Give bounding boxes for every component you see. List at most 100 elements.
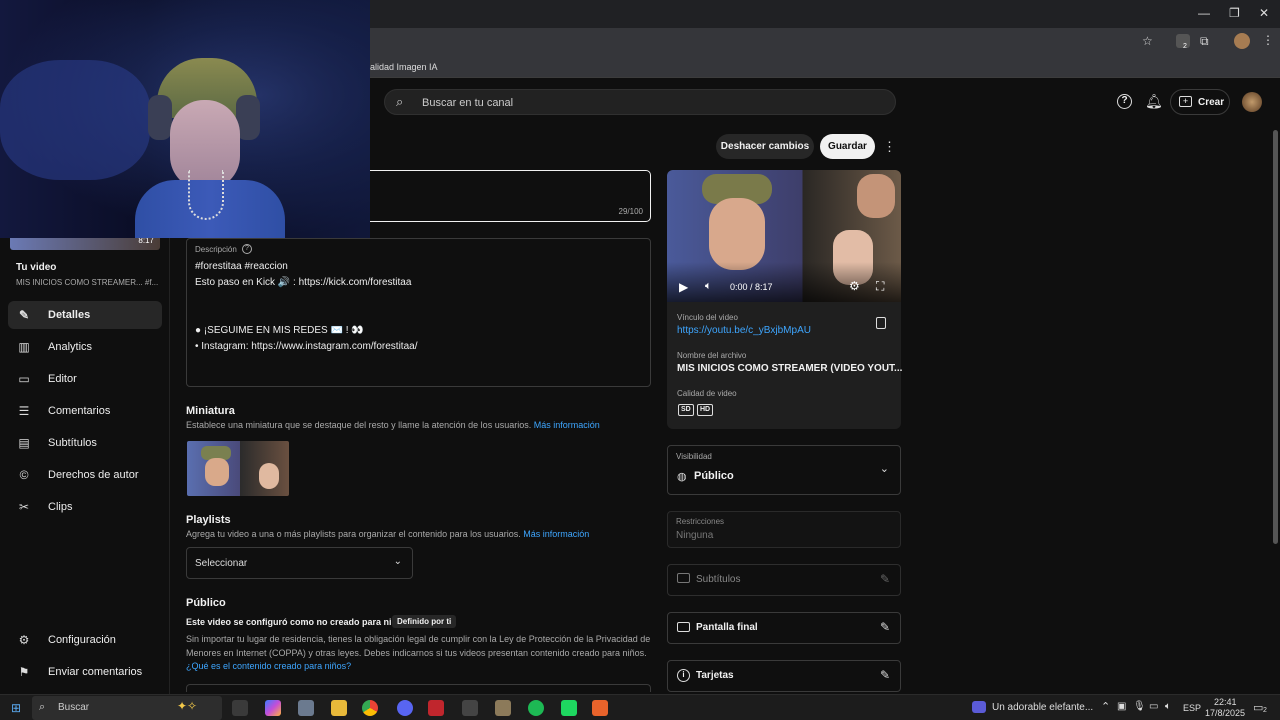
app-icon[interactable] [495, 700, 511, 716]
description-line: #forestitaa #reaccion [195, 261, 288, 272]
webcam-chain [188, 170, 224, 220]
avatar[interactable] [1242, 92, 1262, 112]
playlists-hint-text: Agrega tu video a una o más playlists pa… [186, 529, 521, 539]
restore-icon[interactable]: ❐ [1229, 6, 1240, 20]
title-field[interactable]: 29/100 [360, 170, 651, 222]
chrome-icon[interactable] [362, 700, 378, 716]
save-button[interactable]: Guardar [820, 134, 875, 159]
gear-icon[interactable]: ⚙ [849, 279, 860, 293]
undo-changes-button[interactable]: Deshacer cambios [716, 134, 814, 159]
search-input[interactable]: Buscar en tu canal [422, 97, 513, 109]
restrictions-label: Restricciones [676, 517, 725, 526]
description-text[interactable]: #forestitaa #reaccion Esto paso en Kick … [195, 259, 417, 355]
webcam-overlay [0, 0, 370, 238]
file-name: MIS INICIOS COMO STREAMER (VIDEO YOUT... [677, 363, 903, 374]
help-icon[interactable]: ? [1117, 94, 1132, 109]
clock-time[interactable]: 22:41 [1214, 697, 1237, 707]
cards-card[interactable]: i Tarjetas ✎ [667, 660, 901, 692]
subtitles-icon [677, 573, 690, 583]
volume-icon[interactable]: 🔈︎ [1165, 701, 1171, 712]
pencil-icon[interactable]: ✎ [880, 668, 890, 682]
feedback-icon: ⚑ [18, 665, 30, 679]
app-icon[interactable] [561, 700, 577, 716]
copilot-icon[interactable] [265, 700, 281, 716]
end-screen-card[interactable]: Pantalla final ✎ [667, 612, 901, 644]
windows-start-icon[interactable]: ⊞ [11, 701, 21, 715]
quality-sd-badge: SD [678, 404, 694, 416]
close-icon[interactable]: ✕ [1259, 6, 1269, 20]
channel-search-bar[interactable]: ⌕ Buscar en tu canal [384, 89, 896, 115]
quality-label: Calidad de video [677, 389, 737, 398]
thumbnail-more-info-link[interactable]: Más información [534, 420, 600, 430]
fullscreen-icon[interactable]: ⛶ [876, 279, 884, 294]
language-indicator[interactable]: ESP [1183, 703, 1201, 713]
notification-icon[interactable]: ▭ [1253, 701, 1263, 714]
bookmark-star-icon[interactable]: ☆ [1142, 34, 1153, 48]
sidebar-item-label: Editor [48, 373, 77, 385]
globe-icon: ◍ [677, 471, 687, 483]
microphone-icon[interactable]: 🎙︎ [1133, 701, 1146, 712]
sidebar-item-comments[interactable]: ☰ Comentarios [8, 397, 162, 425]
discord-icon[interactable] [397, 700, 413, 716]
subtitles-icon: ▤ [18, 436, 30, 450]
title-char-counter: 29/100 [618, 207, 643, 216]
browser-menu-icon[interactable]: ⋮ [1262, 33, 1274, 47]
clock-date[interactable]: 17/8/2025 [1205, 708, 1245, 718]
sidebar: 8:17 Tu video MIS INICIOS COMO STREAMER.… [0, 236, 170, 694]
copy-icon[interactable] [876, 317, 886, 329]
sidebar-item-feedback[interactable]: ⚑ Enviar comentarios [8, 658, 162, 686]
news-icon [972, 701, 986, 713]
sidebar-item-editor[interactable]: ▭ Editor [8, 365, 162, 393]
restrictions-value: Ninguna [676, 530, 714, 541]
playlists-title: Playlists [186, 514, 231, 526]
playlists-more-info-link[interactable]: Más información [523, 529, 589, 539]
news-ticker[interactable]: Un adorable elefante... [992, 702, 1093, 713]
status-badge: Definido por ti [392, 615, 457, 628]
more-options-icon[interactable]: ⋮ [883, 139, 896, 155]
video-link[interactable]: https://youtu.be/c_yBxjbMpAU [677, 325, 811, 336]
chevron-up-icon[interactable]: ⌃ [1101, 700, 1110, 713]
pencil-icon[interactable]: ✎ [880, 572, 890, 586]
app-icon[interactable] [298, 700, 314, 716]
taskbar-search-input[interactable]: Buscar [58, 702, 89, 713]
sidebar-item-analytics[interactable]: ▥ Analytics [8, 333, 162, 361]
scrollbar-thumb[interactable] [1273, 130, 1278, 544]
volume-icon[interactable]: 🔈︎ [705, 280, 712, 293]
sidebar-item-settings[interactable]: ⚙ Configuración [8, 626, 162, 654]
task-view-icon[interactable] [232, 700, 248, 716]
app-icon[interactable] [592, 700, 608, 716]
next-section-edge [186, 684, 651, 692]
network-icon[interactable]: ▭ [1149, 701, 1158, 712]
minimize-icon[interactable]: — [1198, 6, 1210, 20]
player-face-2 [857, 174, 895, 218]
sidebar-item-copyright[interactable]: © Derechos de autor [8, 461, 162, 489]
sidebar-item-clips[interactable]: ✂ Clips [8, 493, 162, 521]
video-thumbnail-small[interactable]: 8:17 [10, 236, 160, 250]
playlist-select[interactable]: Seleccionar ⌄ [186, 547, 413, 579]
profile-avatar[interactable] [1234, 33, 1250, 49]
capcut-icon[interactable] [462, 700, 478, 716]
tray-icon[interactable]: ▣ [1117, 701, 1126, 712]
sidebar-item-label: Analytics [48, 341, 93, 353]
bell-icon[interactable]: 🔔︎ [1145, 93, 1163, 110]
create-button[interactable]: + Crear [1170, 89, 1230, 115]
thumbnail-image[interactable] [187, 441, 289, 496]
description-field[interactable]: Descripción ? #forestitaa #reaccion Esto… [186, 238, 651, 387]
kids-content-link[interactable]: ¿Qué es el contenido creado para niños? [186, 661, 351, 671]
puzzle-icon[interactable]: ⧉ [1200, 34, 1209, 49]
sidebar-item-subtitles[interactable]: ▤ Subtítulos [8, 429, 162, 457]
bookmark-item[interactable]: alidad Imagen IA [370, 62, 438, 72]
play-icon[interactable]: ▶ [679, 280, 688, 294]
subtitles-card[interactable]: Subtítulos ✎ [667, 564, 901, 596]
pencil-icon[interactable]: ✎ [880, 620, 890, 634]
spotify-icon[interactable] [528, 700, 544, 716]
sidebar-item-details[interactable]: ✎ Detalles [8, 301, 162, 329]
help-icon[interactable]: ? [242, 244, 252, 254]
taskbar-search[interactable]: ⌕ Buscar ✦✧ [32, 696, 222, 720]
app-icon[interactable] [428, 700, 444, 716]
audience-status: Este video se configuró como no creado p… [186, 617, 408, 627]
video-player[interactable]: ▶ 🔈︎ 0:00 / 8:17 ⚙ ⛶ [667, 170, 901, 302]
file-explorer-icon[interactable] [331, 700, 347, 716]
webcam-bed [0, 60, 150, 180]
visibility-select[interactable]: Visibilidad ◍ Público ⌄ [667, 445, 901, 495]
